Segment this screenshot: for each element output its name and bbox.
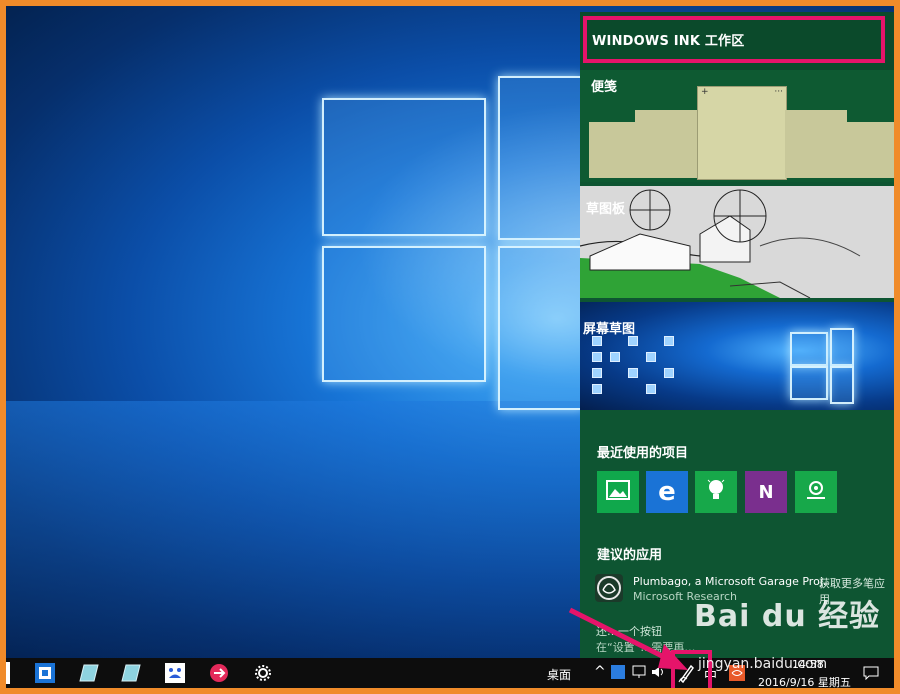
photos-icon xyxy=(606,480,630,504)
sticky-note-main: + ··· xyxy=(697,86,787,180)
clock-date[interactable]: 2016/9/16 星期五 xyxy=(758,674,851,688)
recent-heading: 最近使用的项目 xyxy=(597,446,689,461)
mini-desktop-icon xyxy=(664,336,674,346)
window-pane-bottomleft xyxy=(322,246,486,382)
sketch-drawing xyxy=(580,186,894,298)
sticky-note xyxy=(635,110,697,178)
mini-desktop-icon xyxy=(592,336,602,346)
recent-app-onenote[interactable]: N xyxy=(745,471,787,513)
notebook-icon-2[interactable] xyxy=(120,662,142,684)
action-center-icon[interactable] xyxy=(860,663,882,683)
suggested-heading: 建议的应用 xyxy=(597,548,663,563)
tips-icon xyxy=(706,478,726,506)
onenote-icon: N xyxy=(758,481,774,503)
recent-app-edge[interactable]: e xyxy=(646,471,688,513)
mini-window-pane xyxy=(830,328,854,366)
recent-app-maps[interactable] xyxy=(795,471,837,513)
window-pane-topleft xyxy=(322,98,486,236)
screen: WINDOWS INK 工作区 便笺 + ··· 草图板 屏幕草图 最近使用的项… xyxy=(6,6,894,688)
sticky-note xyxy=(847,122,894,178)
mini-desktop-icon xyxy=(628,336,638,346)
sketchpad-tile[interactable]: 草图板 xyxy=(580,186,894,298)
window-pane-topright xyxy=(498,76,584,240)
ink-header: WINDOWS INK 工作区 xyxy=(580,12,894,70)
sticky-note xyxy=(589,122,635,178)
screen-sketch-label: 屏幕草图 xyxy=(583,322,636,337)
suggested-app-name: Plumbago, a Microsoft Garage Proj... xyxy=(633,575,834,588)
baidu-jingyan-watermark: Bai du 经验 xyxy=(694,599,881,634)
settings-gear-icon[interactable] xyxy=(252,662,274,684)
screen-sketch-tile[interactable]: 屏幕草图 xyxy=(580,302,894,410)
mini-window-pane xyxy=(790,366,828,400)
sticky-note xyxy=(785,110,847,178)
mini-desktop-icon xyxy=(610,352,620,362)
recent-app-photos[interactable] xyxy=(597,471,639,513)
mini-desktop-icon xyxy=(628,368,638,378)
mini-window-pane xyxy=(790,332,828,366)
ink-workspace-panel: WINDOWS INK 工作区 便笺 + ··· 草图板 屏幕草图 最近使用的项… xyxy=(580,12,894,658)
mini-desktop-icon xyxy=(592,352,602,362)
mini-window-pane xyxy=(830,366,854,404)
mini-desktop-icon xyxy=(664,368,674,378)
note-more-icon: ··· xyxy=(774,87,783,97)
edge-icon: e xyxy=(658,477,676,507)
notebook-icon[interactable] xyxy=(78,662,100,684)
mini-desktop-icon xyxy=(592,368,602,378)
mini-desktop-icon xyxy=(592,384,602,394)
baidu-netdisk-icon[interactable] xyxy=(164,662,186,684)
outlook-icon[interactable] xyxy=(34,662,56,684)
sketchpad-label: 草图板 xyxy=(586,202,626,217)
note-add-icon: + xyxy=(701,87,709,97)
recent-app-tips[interactable] xyxy=(695,471,737,513)
window-pane-bottomright xyxy=(498,246,584,410)
mini-desktop-icon xyxy=(646,352,656,362)
mini-desktop-icon xyxy=(646,384,656,394)
title-highlight-box xyxy=(583,16,885,63)
start-edge-icon[interactable] xyxy=(6,662,10,684)
red-app-icon[interactable] xyxy=(208,662,230,684)
maps-icon xyxy=(804,478,828,506)
sticky-notes-label: 便笺 xyxy=(591,80,618,95)
watermark-url: jingyan.baidu.com xyxy=(698,656,828,672)
sticky-notes-tile[interactable]: 便笺 + ··· xyxy=(580,70,894,182)
plumbago-icon xyxy=(595,574,623,602)
